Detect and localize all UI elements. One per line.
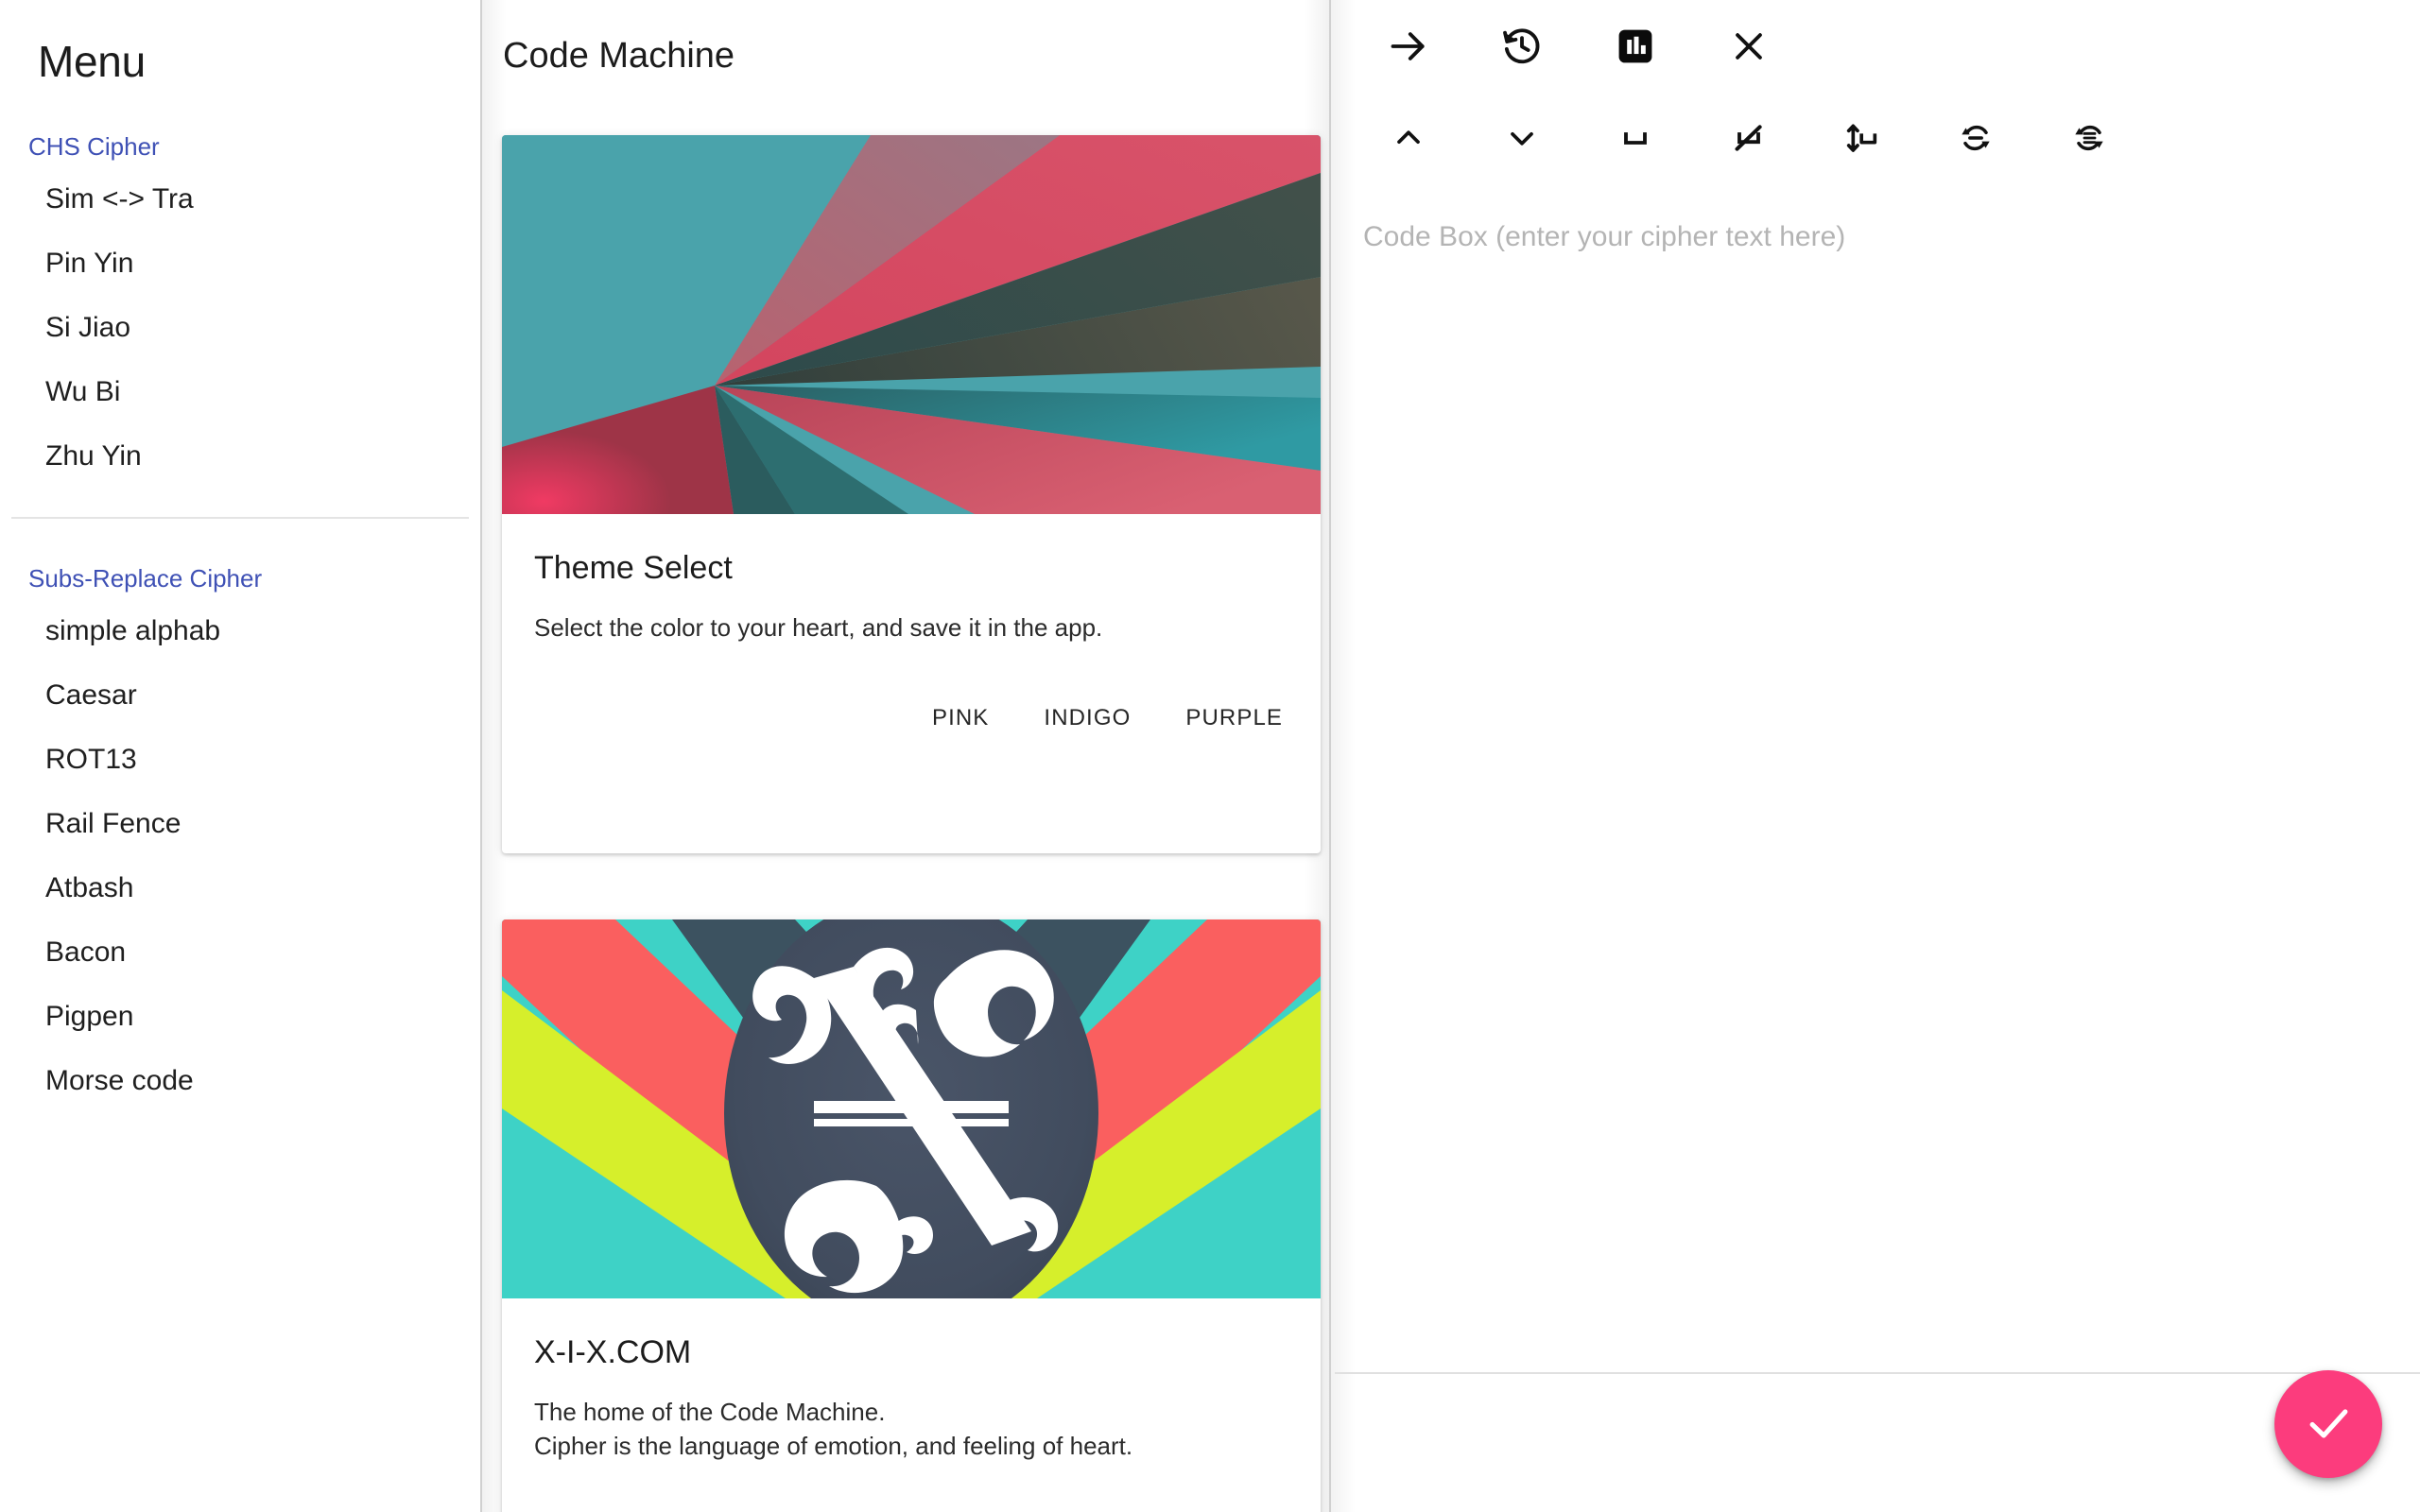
arrow-right-icon[interactable] (1352, 9, 1465, 84)
site-card-text-line1: The home of the Code Machine. (534, 1398, 886, 1426)
theme-card-body: Theme Select Select the color to your he… (502, 514, 1321, 645)
sidebar-item-sim-tra[interactable]: Sim <-> Tra (0, 167, 480, 232)
main-content-column: Code Machine Theme Select Select the col… (482, 0, 1331, 1512)
sidebar: Menu CHS Cipher Sim <-> Tra Pin Yin Si J… (0, 0, 482, 1512)
theme-select-card[interactable]: Theme Select Select the color to your he… (502, 135, 1321, 853)
theme-card-title: Theme Select (534, 550, 733, 586)
theme-card-media (502, 135, 1321, 514)
sidebar-menu-chs: Sim <-> Tra Pin Yin Si Jiao Wu Bi Zhu Yi… (0, 167, 480, 489)
site-card-text-line2: Cipher is the language of emotion, and f… (534, 1431, 1133, 1460)
check-icon (2301, 1396, 2356, 1453)
sidebar-section-chs: CHS Cipher Sim <-> Tra Pin Yin Si Jiao W… (0, 87, 480, 489)
code-panel: Code Box (enter your cipher text here) (1331, 0, 2420, 1512)
site-card-title: X-I-X.COM (534, 1334, 692, 1370)
site-info-card[interactable]: X-I-X.COM The home of the Code Machine. … (502, 919, 1321, 1512)
code-box-placeholder[interactable]: Code Box (enter your cipher text here) (1363, 221, 2388, 253)
sidebar-item-atbash[interactable]: Atbash (0, 856, 480, 920)
starburst-fan-graphic (502, 135, 1321, 514)
theme-pink-button[interactable]: PINK (928, 697, 993, 739)
sidebar-section-header-subs: Subs-Replace Cipher (28, 564, 263, 593)
sidebar-item-caesar[interactable]: Caesar (0, 663, 480, 728)
swap-loop-lines-icon[interactable] (2032, 100, 2146, 176)
toolbar-row-secondary (1331, 93, 2420, 183)
chevron-up-icon[interactable] (1352, 100, 1465, 176)
sidebar-menu-subs: simple alphab Caesar ROT13 Rail Fence At… (0, 599, 480, 1113)
theme-purple-button[interactable]: PURPLE (1182, 697, 1287, 739)
sidebar-item-pigpen[interactable]: Pigpen (0, 985, 480, 1049)
sidebar-section-header-chs: CHS Cipher (28, 132, 160, 161)
confirm-fab[interactable] (2274, 1370, 2382, 1478)
sidebar-item-simple-alphab[interactable]: simple alphab (0, 599, 480, 663)
sidebar-section-subs: Subs-Replace Cipher simple alphab Caesar… (0, 519, 480, 1113)
app-root: Menu CHS Cipher Sim <-> Tra Pin Yin Si J… (0, 0, 2420, 1512)
chevron-down-icon[interactable] (1465, 100, 1579, 176)
xix-ornate-logo-graphic (502, 919, 1321, 1298)
sidebar-item-wu-bi[interactable]: Wu Bi (0, 360, 480, 424)
toolbar-row-primary (1331, 0, 2420, 93)
bar-chart-icon[interactable] (1579, 9, 1692, 84)
sidebar-item-zhu-yin[interactable]: Zhu Yin (0, 424, 480, 489)
theme-indigo-button[interactable]: INDIGO (1040, 697, 1134, 739)
swap-loop-icon[interactable] (1919, 100, 2032, 176)
sidebar-item-morse-code[interactable]: Morse code (0, 1049, 480, 1113)
code-box[interactable]: Code Box (enter your cipher text here) (1331, 204, 2420, 1372)
sidebar-item-si-jiao[interactable]: Si Jiao (0, 296, 480, 360)
theme-card-actions: PINK INDIGO PURPLE (502, 645, 1321, 739)
site-card-media (502, 919, 1321, 1298)
panel-divider (1335, 1372, 2420, 1374)
theme-card-text: Select the color to your heart, and save… (534, 613, 1103, 642)
history-icon[interactable] (1465, 9, 1579, 84)
sidebar-title: Menu (38, 37, 146, 86)
space-icon[interactable] (1579, 100, 1692, 176)
sidebar-item-rot13[interactable]: ROT13 (0, 728, 480, 792)
close-icon[interactable] (1692, 9, 1806, 84)
page-title: Code Machine (503, 36, 735, 76)
sidebar-item-rail-fence[interactable]: Rail Fence (0, 792, 480, 856)
sidebar-item-pin-yin[interactable]: Pin Yin (0, 232, 480, 296)
space-vertical-arrow-icon[interactable] (1806, 100, 1919, 176)
site-card-body: X-I-X.COM The home of the Code Machine. … (502, 1298, 1321, 1464)
sidebar-item-bacon[interactable]: Bacon (0, 920, 480, 985)
space-strikethrough-icon[interactable] (1692, 100, 1806, 176)
